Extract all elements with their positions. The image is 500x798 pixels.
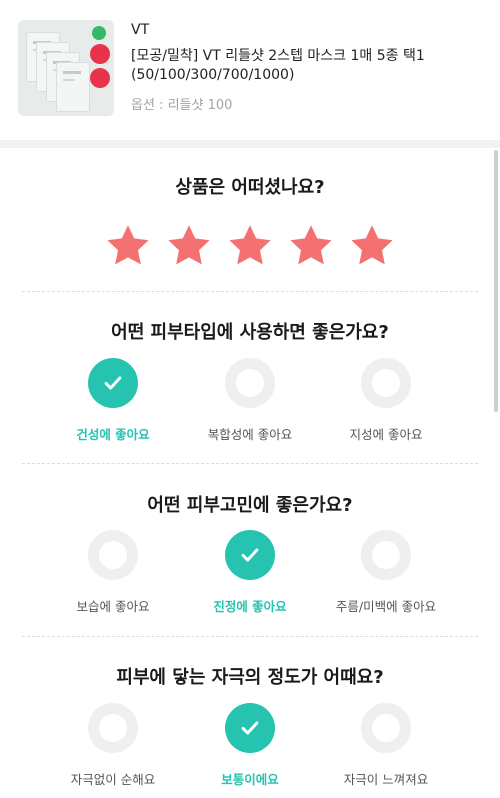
star-icon[interactable] <box>164 222 214 270</box>
option-combination-skin[interactable]: 복합성에 좋아요 <box>180 358 320 443</box>
dashed-divider <box>22 463 478 464</box>
irritation-options: 자극없이 순해요 보통이에요 자극이 느껴져요 <box>0 703 500 787</box>
star-rating[interactable] <box>0 222 500 270</box>
option-wrinkle-whitening[interactable]: 주름/미백에 좋아요 <box>316 530 456 615</box>
radio-circle[interactable] <box>225 703 275 753</box>
irritation-question: 피부에 닿는 자극의 정도가 어때요? <box>116 667 384 688</box>
checkmark-icon <box>241 548 259 562</box>
skin-type-options: 건성에 좋아요 복합성에 좋아요 지성에 좋아요 <box>0 358 500 442</box>
option-label: 주름/미백에 좋아요 <box>335 599 437 614</box>
skin-type-question: 어떤 피부타입에 사용하면 좋은가요? <box>111 322 389 343</box>
option-soothing[interactable]: 진정에 좋아요 <box>180 530 320 615</box>
dashed-divider <box>22 291 478 292</box>
radio-circle[interactable] <box>361 530 411 580</box>
option-label: 지성에 좋아요 <box>349 427 423 442</box>
star-icon[interactable] <box>347 222 397 270</box>
option-label: 보통이에요 <box>221 772 279 787</box>
dashed-divider <box>22 636 478 637</box>
option-label: 건성에 좋아요 <box>76 427 150 442</box>
product-thumbnail <box>18 20 114 116</box>
option-normal[interactable]: 보통이에요 <box>180 703 320 788</box>
skin-concern-options: 보습에 좋아요 진정에 좋아요 주름/미백에 좋아요 <box>0 530 500 614</box>
section-divider <box>0 140 500 148</box>
option-irritating[interactable]: 자극이 느껴져요 <box>316 703 456 788</box>
radio-circle[interactable] <box>225 358 275 408</box>
checkmark-icon <box>104 376 122 390</box>
option-gentle[interactable]: 자극없이 순해요 <box>43 703 183 788</box>
checkmark-icon <box>241 721 259 735</box>
radio-circle[interactable] <box>361 703 411 753</box>
option-moisture[interactable]: 보습에 좋아요 <box>43 530 183 615</box>
option-oily-skin[interactable]: 지성에 좋아요 <box>316 358 456 443</box>
radio-circle[interactable] <box>88 530 138 580</box>
option-dry-skin[interactable]: 건성에 좋아요 <box>43 358 183 443</box>
product-summary: VT [모공/밀착] VT 리들샷 2스텝 마스크 1매 5종 택1 (50/1… <box>0 0 500 140</box>
product-brand: VT <box>131 22 150 38</box>
option-label: 보습에 좋아요 <box>76 599 150 614</box>
option-label: 진정에 좋아요 <box>213 599 287 614</box>
rating-title: 상품은 어떠셨나요? <box>175 177 325 198</box>
star-icon[interactable] <box>225 222 275 270</box>
product-option: 옵션 : 리들샷 100 <box>131 98 233 113</box>
radio-circle[interactable] <box>361 358 411 408</box>
option-label: 복합성에 좋아요 <box>207 427 293 442</box>
radio-circle[interactable] <box>88 358 138 408</box>
star-icon[interactable] <box>103 222 153 270</box>
radio-circle[interactable] <box>225 530 275 580</box>
product-name: [모공/밀착] VT 리들샷 2스텝 마스크 1매 5종 택1 (50/100/… <box>131 48 425 83</box>
radio-circle[interactable] <box>88 703 138 753</box>
option-label: 자극없이 순해요 <box>70 772 156 787</box>
skin-concern-question: 어떤 피부고민에 좋은가요? <box>147 495 353 516</box>
star-icon[interactable] <box>286 222 336 270</box>
option-label: 자극이 느껴져요 <box>343 772 429 787</box>
